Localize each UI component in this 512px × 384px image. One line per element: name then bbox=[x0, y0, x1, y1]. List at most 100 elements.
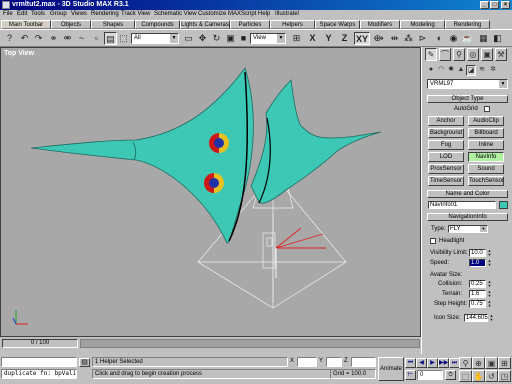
tab-space-warps[interactable]: Space Warps bbox=[315, 20, 360, 29]
lights-icon[interactable]: ✹ bbox=[446, 65, 456, 76]
quick-render-icon[interactable]: ☕ bbox=[461, 32, 474, 45]
object-name-field[interactable]: NavInfo01 bbox=[428, 201, 496, 209]
menu-tools[interactable]: Tools bbox=[31, 11, 45, 17]
menu-maxscript[interactable]: MAXScript bbox=[228, 11, 256, 17]
proxsensor-button[interactable]: ProxSensor bbox=[428, 164, 464, 174]
align-icon[interactable]: ⊳ bbox=[416, 32, 429, 45]
shapes-icon[interactable]: ◠ bbox=[436, 65, 446, 76]
current-frame-field[interactable]: 0 bbox=[417, 370, 443, 380]
time-config-icon[interactable]: ⏱ bbox=[445, 370, 456, 380]
timesensor-button[interactable]: TimeSensor bbox=[428, 176, 464, 186]
touchsensor-button[interactable]: TouchSensor bbox=[468, 176, 504, 186]
menu-group[interactable]: Group bbox=[50, 11, 67, 17]
menu-illustrate[interactable]: Illustrate! bbox=[275, 11, 299, 17]
speed-field[interactable]: 1.0 bbox=[469, 259, 486, 267]
step-height-field[interactable]: 0.75 bbox=[469, 300, 486, 308]
zoom-icon[interactable]: ⚲ bbox=[459, 357, 472, 369]
selection-lock-icon[interactable]: ▤ bbox=[79, 358, 90, 367]
headlight-checkbox[interactable] bbox=[430, 238, 436, 244]
cameras-icon[interactable]: ▲ bbox=[456, 65, 466, 76]
key-mode-icon[interactable]: ⊢ bbox=[405, 370, 416, 380]
menu-customize[interactable]: Customize bbox=[198, 11, 226, 17]
region-zoom-icon[interactable]: ⬚ bbox=[459, 370, 472, 382]
lod-button[interactable]: LOD bbox=[428, 152, 464, 162]
zoom-extents-all-icon[interactable]: ⊞ bbox=[498, 357, 511, 369]
icon-size-spinner[interactable]: ▲ ▼ bbox=[489, 314, 494, 322]
audioclip-button[interactable]: AudioClip bbox=[468, 116, 504, 126]
next-frame-icon[interactable]: ▶▶ bbox=[438, 358, 449, 368]
display-tab-icon[interactable]: ▣ bbox=[481, 48, 493, 61]
arc-rotate-icon[interactable]: ↺ bbox=[485, 370, 498, 382]
step-height-spinner[interactable]: ▲ ▼ bbox=[487, 300, 492, 308]
tab-shapes[interactable]: Shapes bbox=[91, 20, 135, 29]
select-move-icon[interactable]: ▭ bbox=[182, 32, 195, 45]
tab-modifiers[interactable]: Modifiers bbox=[360, 20, 400, 29]
terrain-spinner[interactable]: ▲ ▼ bbox=[487, 290, 492, 298]
name-color-rollout[interactable]: Name and Color bbox=[427, 190, 508, 198]
tab-lights-cameras[interactable]: Lights & Cameras bbox=[180, 20, 230, 29]
create-tab-icon[interactable]: ✎ bbox=[425, 48, 437, 61]
visibility-limit-spinner[interactable]: ▲ ▼ bbox=[487, 249, 492, 257]
render-type-icon[interactable]: ▦ bbox=[477, 32, 490, 45]
hierarchy-tab-icon[interactable]: ⚲ bbox=[453, 48, 465, 61]
menu-edit[interactable]: Edit bbox=[17, 11, 27, 17]
tab-rendering[interactable]: Rendering bbox=[445, 20, 490, 29]
menu-rendering[interactable]: Rendering bbox=[91, 11, 119, 17]
restrict-y-button[interactable]: Y bbox=[322, 32, 335, 45]
animate-button[interactable]: Animate bbox=[378, 357, 404, 381]
minimize-button[interactable]: _ bbox=[480, 1, 489, 9]
object-type-rollout[interactable]: Object Type bbox=[427, 95, 508, 103]
bind-space-warp-icon[interactable]: ~ bbox=[75, 32, 88, 45]
render-last-icon[interactable]: ◧ bbox=[491, 32, 504, 45]
select-by-name-icon[interactable]: ▤ bbox=[104, 32, 117, 45]
previous-frame-icon[interactable]: ◀ bbox=[416, 358, 427, 368]
top-viewport[interactable]: Top View bbox=[0, 47, 421, 337]
pivot-icon[interactable]: ⊞ bbox=[290, 32, 303, 45]
billboard-button[interactable]: Billboard bbox=[468, 128, 504, 138]
mirror-icon[interactable]: ⇹ bbox=[388, 32, 401, 45]
menu-help[interactable]: Help bbox=[258, 11, 270, 17]
restrict-xy-button[interactable]: XY bbox=[354, 32, 370, 45]
tab-particles[interactable]: Particles bbox=[230, 20, 270, 29]
maxscript-mini-listener[interactable]: duplicate fn: bpVali- bbox=[1, 369, 77, 379]
maxscript-mini-listener-top[interactable] bbox=[1, 357, 77, 367]
min-max-toggle-icon[interactable]: ◳ bbox=[498, 370, 511, 382]
tab-modeling[interactable]: Modeling bbox=[400, 20, 445, 29]
time-slider[interactable]: 0 / 100 bbox=[2, 339, 78, 348]
autogrid-checkbox[interactable] bbox=[484, 106, 490, 112]
terrain-field[interactable]: 1.6 bbox=[469, 290, 486, 298]
scale-icon[interactable]: ▣ bbox=[224, 32, 237, 45]
squash-icon[interactable]: ■ bbox=[237, 32, 250, 45]
close-button[interactable]: × bbox=[501, 1, 510, 9]
object-color-swatch[interactable] bbox=[499, 201, 508, 209]
helper-category-dropdown[interactable]: VRML97 ▼ bbox=[427, 79, 508, 89]
fog-button[interactable]: Fog bbox=[428, 140, 464, 150]
type-dropdown[interactable]: FLY ▼ bbox=[448, 225, 488, 233]
play-icon[interactable]: ▶ bbox=[427, 358, 438, 368]
systems-icon[interactable]: ✲ bbox=[488, 65, 498, 76]
navigationinfo-rollout[interactable]: NavigationInfo bbox=[427, 213, 508, 221]
tab-compounds[interactable]: Compounds bbox=[135, 20, 180, 29]
y-coord-field[interactable] bbox=[326, 357, 342, 367]
reference-coordinate-dropdown[interactable]: View ▼ bbox=[250, 33, 286, 44]
zoom-extents-icon[interactable]: ▣ bbox=[485, 357, 498, 369]
select-icon[interactable]: ▫ bbox=[90, 32, 103, 45]
menu-file[interactable]: File bbox=[3, 11, 13, 17]
menu-views[interactable]: Views bbox=[71, 11, 87, 17]
tab-objects[interactable]: Objects bbox=[51, 20, 91, 29]
move-icon[interactable]: ✥ bbox=[196, 32, 209, 45]
utilities-tab-icon[interactable]: ⚒ bbox=[495, 48, 507, 61]
tab-helpers[interactable]: Helpers bbox=[270, 20, 315, 29]
tab-main-toolbar[interactable]: Main Toolbar bbox=[1, 20, 51, 29]
icon-size-field[interactable]: 144.605 bbox=[464, 314, 488, 322]
array-icon[interactable]: ⁂ bbox=[402, 32, 415, 45]
goto-start-icon[interactable]: ⏮ bbox=[405, 358, 416, 368]
track-bar[interactable] bbox=[80, 339, 420, 348]
zoom-all-icon[interactable]: ⊕ bbox=[472, 357, 485, 369]
inline-button[interactable]: Inline bbox=[468, 140, 504, 150]
inverse-kinematics-icon[interactable]: ⟴ bbox=[372, 32, 385, 45]
material-editor-icon[interactable]: ◐ bbox=[433, 32, 446, 45]
visibility-limit-field[interactable]: 10.0 bbox=[469, 249, 486, 257]
pan-icon[interactable]: ✋ bbox=[472, 370, 485, 382]
x-coord-field[interactable] bbox=[297, 357, 317, 367]
